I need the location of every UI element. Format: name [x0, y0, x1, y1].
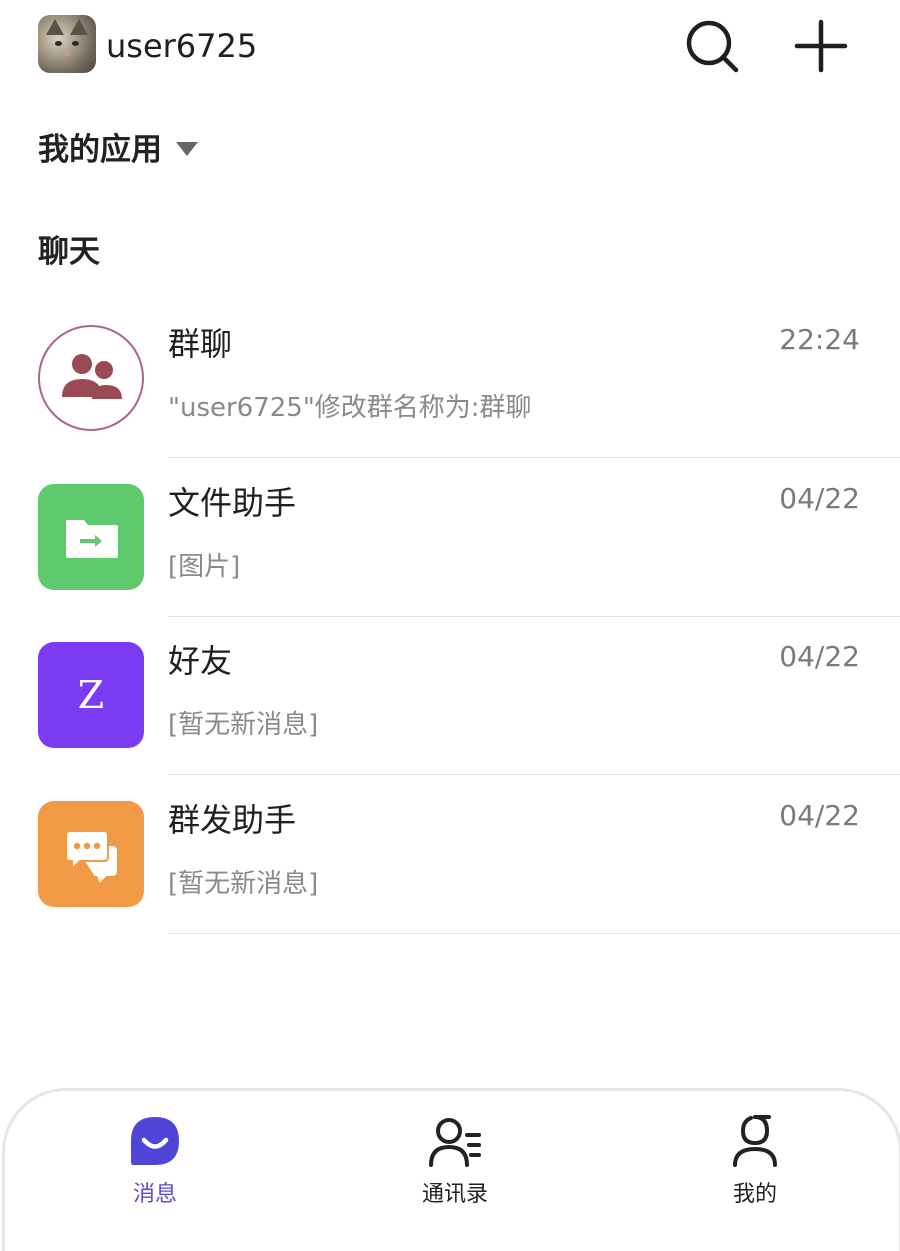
tab-contacts[interactable]: 通讯录: [375, 1111, 535, 1221]
chat-preview: [图片]: [168, 552, 241, 582]
search-button[interactable]: [684, 18, 740, 74]
chat-row-file-assistant[interactable]: 文件助手 04/22 [图片]: [0, 459, 900, 617]
chat-time: 04/22: [779, 640, 860, 673]
chat-name: 群聊: [168, 325, 233, 363]
tab-label: 我的: [732, 1182, 777, 1207]
avatar-eye-left: [55, 41, 62, 46]
chat-preview: "user6725"修改群名称为:群聊: [168, 393, 532, 423]
caret-down-icon[interactable]: [176, 142, 198, 156]
my-apps-title[interactable]: 我的应用: [38, 128, 162, 172]
row-divider: [168, 457, 900, 458]
chat-time: 04/22: [779, 799, 860, 832]
chat-bubbles-icon: [65, 830, 117, 883]
chat-row-friends[interactable]: Z 好友 04/22 [暂无新消息]: [0, 617, 900, 775]
row-divider: [168, 933, 900, 934]
add-button[interactable]: [792, 18, 850, 74]
avatar-ear-left: [46, 19, 64, 35]
contacts-icon: [429, 1118, 481, 1167]
chat-name: 文件助手: [168, 484, 297, 522]
chat-preview: [暂无新消息]: [168, 869, 319, 899]
file-assistant-avatar: [38, 484, 144, 590]
friends-avatar: Z: [38, 642, 144, 748]
group-chat-avatar: [38, 325, 144, 431]
username-label[interactable]: user6725: [106, 24, 257, 68]
chat-time: 04/22: [779, 482, 860, 515]
friend-avatar-letter: Z: [77, 673, 105, 717]
chat-time: 22:24: [779, 323, 860, 356]
plus-icon: [794, 19, 848, 73]
broadcast-assistant-avatar: [38, 801, 144, 907]
chat-name: 好友: [168, 642, 233, 680]
top-bar: user6725: [0, 0, 900, 90]
avatar-eye-right: [72, 41, 79, 46]
tab-label: 消息: [132, 1182, 177, 1207]
chat-preview: [暂无新消息]: [168, 710, 319, 740]
chat-row-broadcast[interactable]: 群发助手 04/22 [暂无新消息]: [0, 776, 900, 934]
chat-name: 群发助手: [168, 801, 297, 839]
bottom-tab-bar: 消息 通讯录 我的: [2, 1088, 900, 1251]
tab-label: 通讯录: [421, 1182, 488, 1207]
row-divider: [168, 774, 900, 775]
message-icon: [131, 1117, 179, 1165]
avatar-nose: [64, 52, 70, 56]
user-avatar[interactable]: [38, 15, 96, 73]
folder-transfer-icon: [66, 520, 118, 558]
tab-profile[interactable]: 我的: [675, 1111, 835, 1221]
search-icon: [686, 20, 739, 73]
chat-section-title: 聊天: [38, 234, 100, 270]
chat-row-group[interactable]: 群聊 22:24 "user6725"修改群名称为:群聊: [0, 300, 900, 458]
tab-messages[interactable]: 消息: [75, 1111, 235, 1221]
profile-icon: [733, 1115, 777, 1167]
avatar-ear-right: [70, 19, 88, 35]
group-chat-icon: [62, 354, 122, 399]
